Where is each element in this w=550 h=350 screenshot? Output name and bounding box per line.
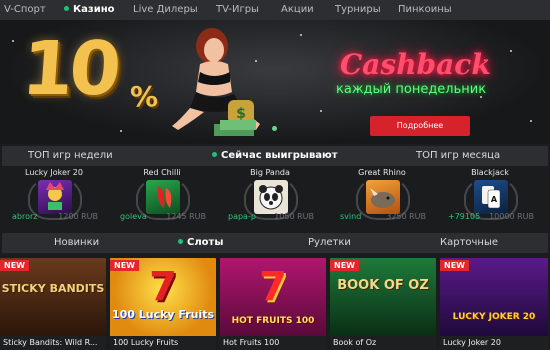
tab-top-month[interactable]: ТОП игр месяца xyxy=(416,150,500,161)
winner-amount: 1245 RUB xyxy=(166,212,206,221)
game-art-title: 100 Lucky Fruits xyxy=(111,308,215,321)
tab-top-week[interactable]: ТОП игр недели xyxy=(28,150,113,161)
game-art-title: HOT FRUITS 100 xyxy=(231,316,315,326)
game-thumbnail[interactable] xyxy=(146,180,180,214)
tab-roulette[interactable]: Рулетки xyxy=(308,237,351,248)
game-tile[interactable]: STICKY BANDITS NEW Sticky Bandits: Wild … xyxy=(0,258,106,350)
game-title: Hot Fruits 100 xyxy=(220,336,326,350)
game-thumbnail[interactable] xyxy=(38,180,72,214)
tab-card-games[interactable]: Карточные xyxy=(440,237,498,248)
active-dot-icon xyxy=(212,151,217,157)
casino-page: V-Спорт Казино Live Дилеры TV-Игры Акции… xyxy=(0,0,550,350)
nav-live-dealers[interactable]: Live Дилеры xyxy=(133,4,198,15)
svg-text:$: $ xyxy=(236,106,246,122)
winner-amount: 3250 RUB xyxy=(386,212,426,221)
winners-list: Lucky Joker 20 abrorz 1200 RUB Red Chill… xyxy=(0,166,550,228)
nav-casino-label: Казино xyxy=(73,4,115,15)
game-title: Lucky Joker 20 xyxy=(440,336,548,350)
cashback-headline: Cashback xyxy=(340,48,491,81)
carousel-dot-icon[interactable] xyxy=(272,126,277,131)
details-button[interactable]: Подробнее xyxy=(370,116,470,136)
winner-card[interactable]: Great Rhino svind 3250 RUB xyxy=(332,166,432,228)
tab-winning-now[interactable]: Сейчас выигрывают xyxy=(212,150,338,161)
new-badge: NEW xyxy=(330,260,359,271)
game-tile[interactable]: BOOK OF OZ NEW Book of Oz xyxy=(330,258,436,350)
cashback-percent-number: 10 xyxy=(18,26,120,112)
winner-username: goleva xyxy=(120,212,147,221)
winner-card[interactable]: Red Chilli goleva 1245 RUB xyxy=(112,166,212,228)
winner-amount: 1050 RUB xyxy=(274,212,314,221)
tab-slots-label: Слоты xyxy=(187,237,224,248)
games-grid: STICKY BANDITS NEW Sticky Bandits: Wild … xyxy=(0,258,550,350)
game-artwork: 7 HOT FRUITS 100 xyxy=(220,258,326,336)
winner-username: svind xyxy=(340,212,362,221)
tab-slots[interactable]: Слоты xyxy=(178,237,223,248)
game-thumbnail[interactable]: A xyxy=(474,180,508,214)
winners-header: ТОП игр недели Сейчас выигрывают ТОП игр… xyxy=(2,146,548,166)
winner-card[interactable]: Big Panda papa-p 1050 RUB xyxy=(220,166,320,228)
cashback-subheadline: каждый понедельник xyxy=(336,82,487,97)
new-badge: NEW xyxy=(440,260,469,271)
tab-new[interactable]: Новинки xyxy=(54,237,99,248)
winner-card[interactable]: Lucky Joker 20 abrorz 1200 RUB xyxy=(4,166,104,228)
game-thumbnail[interactable] xyxy=(254,180,288,214)
winner-username: abrorz xyxy=(12,212,38,221)
nav-casino[interactable]: Казино xyxy=(64,4,115,15)
game-title: Book of Oz xyxy=(330,336,436,350)
game-art-title: LUCKY JOKER 20 xyxy=(452,312,536,322)
tab-winning-now-label: Сейчас выигрывают xyxy=(221,150,338,161)
winner-amount: 1200 RUB xyxy=(58,212,98,221)
active-dot-icon xyxy=(178,238,183,244)
nav-tournaments[interactable]: Турниры xyxy=(335,4,381,15)
new-badge: NEW xyxy=(0,260,29,271)
winner-username: +79105 xyxy=(448,212,481,221)
category-tabs: Новинки Слоты Рулетки Карточные xyxy=(2,233,548,253)
game-thumbnail[interactable] xyxy=(366,180,400,214)
nav-v-sport[interactable]: V-Спорт xyxy=(4,4,46,15)
top-navigation: V-Спорт Казино Live Дилеры TV-Игры Акции… xyxy=(0,0,550,20)
nav-pincoins[interactable]: Пинкоины xyxy=(398,4,452,15)
winner-amount: 10000 RUB xyxy=(489,212,534,221)
active-dot-icon xyxy=(64,5,69,11)
svg-text:A: A xyxy=(491,195,498,204)
new-badge: NEW xyxy=(110,260,139,271)
game-tile[interactable]: LUCKY JOKER 20 NEW Lucky Joker 20 xyxy=(440,258,548,350)
game-art-title: BOOK OF OZ xyxy=(337,278,429,293)
game-title: Sticky Bandits: Wild R... xyxy=(0,336,106,350)
cashback-banner[interactable]: 10 % $ Cashback каждый понедельник Подро… xyxy=(0,20,550,144)
nav-tv-games[interactable]: TV-Игры xyxy=(216,4,259,15)
game-art-title: STICKY BANDITS xyxy=(1,282,105,295)
game-tile[interactable]: 7 HOT FRUITS 100 Hot Fruits 100 xyxy=(220,258,326,350)
game-tile[interactable]: 7 100 Lucky Fruits NEW 100 Lucky Fruits xyxy=(110,258,216,350)
winner-card[interactable]: Blackjack A +79105 10000 RUB xyxy=(440,166,540,228)
winner-username: papa-p xyxy=(228,212,256,221)
pinup-girl-illustration: $ xyxy=(172,28,260,136)
nav-promotions[interactable]: Акции xyxy=(281,4,314,15)
game-title: 100 Lucky Fruits xyxy=(110,336,216,350)
